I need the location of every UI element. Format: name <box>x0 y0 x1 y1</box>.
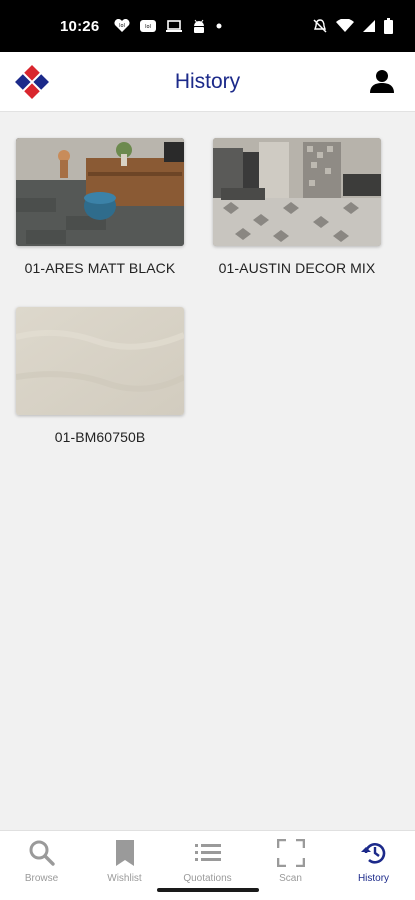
nav-browse-label: Browse <box>24 873 59 884</box>
nav-quotations-label: Quotations <box>183 873 232 884</box>
nav-wishlist-label: Wishlist <box>107 873 142 884</box>
svg-text:lol: lol <box>145 24 151 30</box>
signal-icon <box>362 19 376 33</box>
history-icon <box>360 843 385 864</box>
notification-icons: lol lol <box>113 18 223 34</box>
system-icons <box>312 18 393 34</box>
android-icon <box>191 18 207 34</box>
app-bar: History <box>0 52 415 112</box>
status-bar: 10:26 lol lol <box>0 0 415 52</box>
history-item[interactable]: 01-BM60750B <box>16 307 184 445</box>
nav-history[interactable]: History <box>332 831 415 900</box>
wifi-icon <box>336 19 354 33</box>
svg-text:lol: lol <box>119 23 125 29</box>
history-item-label: 01-AUSTIN DECOR MIX <box>218 260 376 276</box>
history-item[interactable]: 01-AUSTIN DECOR MIX <box>213 138 381 276</box>
nav-scan-label: Scan <box>279 873 302 884</box>
history-grid: 01-ARES MATT BLACK 01-AUSTIN DECOR MIX 0… <box>0 113 415 830</box>
beige-tile-swatch[interactable] <box>16 307 184 415</box>
nav-wishlist[interactable]: Wishlist <box>83 831 166 900</box>
lol-icon: lol <box>113 19 131 33</box>
lol-icon: lol <box>139 19 157 33</box>
scan-icon <box>276 839 305 867</box>
living-room-tile-photo[interactable] <box>16 138 184 246</box>
mute-icon <box>312 18 328 34</box>
kitchen-tile-photo[interactable] <box>213 138 381 246</box>
battery-icon <box>384 18 393 34</box>
person-icon[interactable] <box>369 68 395 94</box>
history-item[interactable]: 01-ARES MATT BLACK <box>16 138 184 276</box>
nav-browse[interactable]: Browse <box>0 831 83 900</box>
nav-scan[interactable]: Scan <box>249 831 332 900</box>
home-indicator[interactable] <box>157 888 259 892</box>
history-item-label: 01-ARES MATT BLACK <box>24 260 176 276</box>
page-title: History <box>174 70 241 93</box>
search-icon <box>29 840 55 866</box>
status-time: 10:26 <box>60 17 100 35</box>
bookmark-icon <box>115 840 134 866</box>
list-icon <box>194 844 221 861</box>
dot-icon <box>215 22 223 30</box>
history-item-label: 01-BM60750B <box>54 429 146 445</box>
laptop-icon <box>165 19 183 33</box>
nav-history-label: History <box>357 873 390 884</box>
